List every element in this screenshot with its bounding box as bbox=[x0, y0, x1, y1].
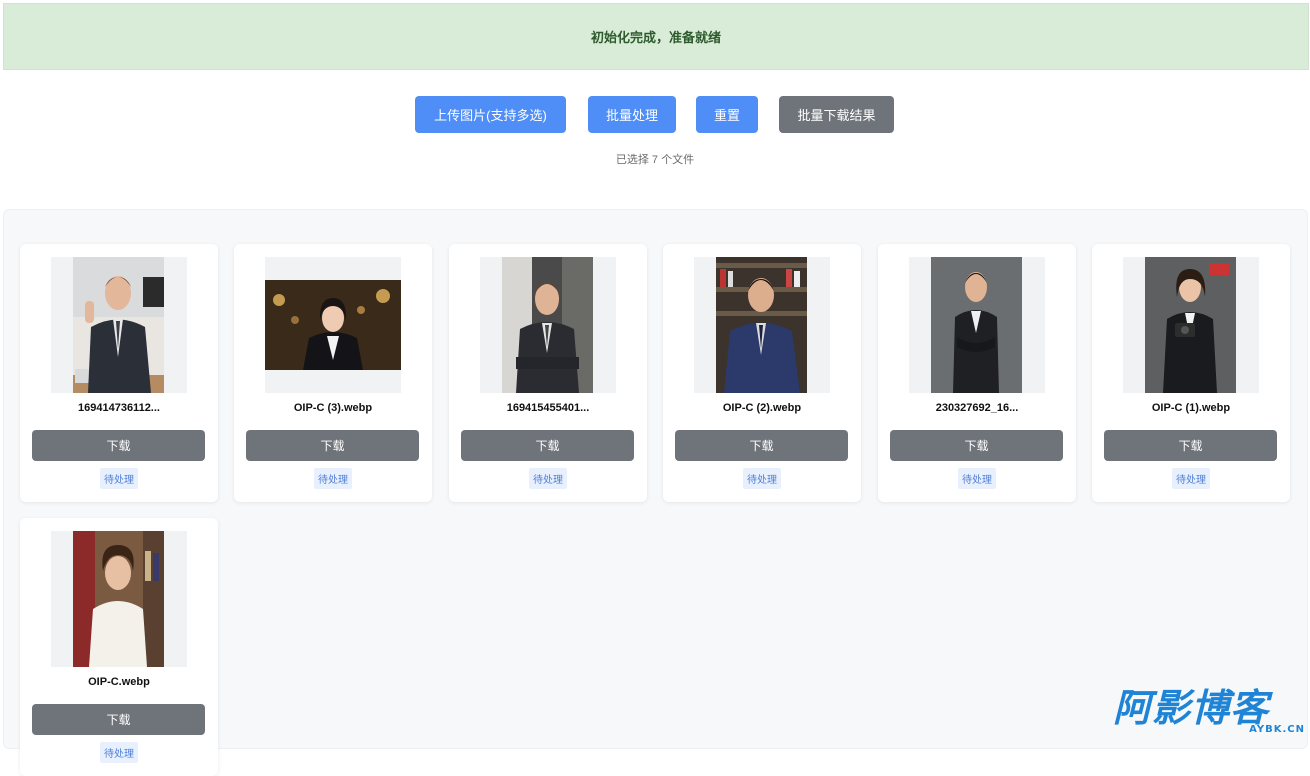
file-name: 169414736112... bbox=[78, 402, 160, 414]
file-name: 230327692_16... bbox=[935, 402, 1019, 414]
thumbnail-frame bbox=[51, 257, 187, 393]
image-card: OIP-C (1).webp 下载 待处理 bbox=[1092, 244, 1290, 502]
portrait-thumbnail[interactable] bbox=[73, 531, 164, 667]
download-button[interactable]: 下载 bbox=[32, 704, 205, 735]
portrait-thumbnail[interactable] bbox=[931, 257, 1022, 393]
download-button[interactable]: 下载 bbox=[246, 430, 419, 461]
status-badge: 待处理 bbox=[958, 468, 996, 489]
upload-images-button[interactable]: 上传图片(支持多选) bbox=[415, 96, 566, 133]
download-button[interactable]: 下载 bbox=[461, 430, 634, 461]
status-badge: 待处理 bbox=[100, 468, 138, 489]
file-name: OIP-C.webp bbox=[88, 676, 150, 688]
batch-download-button[interactable]: 批量下载结果 bbox=[779, 96, 894, 133]
image-card: 169414736112... 下载 待处理 bbox=[20, 244, 218, 502]
status-badge: 待处理 bbox=[314, 468, 352, 489]
thumbnail-frame bbox=[51, 531, 187, 667]
status-banner: 初始化完成，准备就绪 bbox=[3, 3, 1309, 70]
image-card: 169415455401... 下载 待处理 bbox=[449, 244, 647, 502]
watermark-logo: 阿影博客 AYBK.CN bbox=[1113, 686, 1307, 738]
image-card: OIP-C (3).webp 下载 待处理 bbox=[234, 244, 432, 502]
download-button[interactable]: 下载 bbox=[890, 430, 1063, 461]
download-button[interactable]: 下载 bbox=[675, 430, 848, 461]
image-grid-panel: 169414736112... 下载 待处理 OIP-C (3).webp 下载… bbox=[3, 209, 1308, 776]
download-button[interactable]: 下载 bbox=[32, 430, 205, 461]
thumbnail-frame bbox=[909, 257, 1045, 393]
file-name: OIP-C (1).webp bbox=[1151, 402, 1231, 414]
image-card: OIP-C.webp 下载 待处理 bbox=[20, 518, 218, 776]
status-badge: 待处理 bbox=[100, 742, 138, 763]
portrait-thumbnail[interactable] bbox=[502, 257, 593, 393]
image-card: OIP-C (2).webp 下载 待处理 bbox=[663, 244, 861, 502]
portrait-thumbnail[interactable] bbox=[73, 257, 164, 393]
status-badge: 待处理 bbox=[1172, 468, 1210, 489]
portrait-thumbnail[interactable] bbox=[716, 257, 807, 393]
status-badge: 待处理 bbox=[743, 468, 781, 489]
file-name: OIP-C (2).webp bbox=[722, 402, 802, 414]
batch-process-button[interactable]: 批量处理 bbox=[588, 96, 676, 133]
file-name: 169415455401... bbox=[506, 402, 590, 414]
image-card: 230327692_16... 下载 待处理 bbox=[878, 244, 1076, 502]
portrait-thumbnail[interactable] bbox=[265, 280, 401, 370]
reset-button[interactable]: 重置 bbox=[696, 96, 758, 133]
thumbnail-frame bbox=[265, 257, 401, 393]
portrait-thumbnail[interactable] bbox=[1145, 257, 1236, 393]
thumbnail-frame bbox=[480, 257, 616, 393]
watermark-main-text: 阿影博客 bbox=[1113, 686, 1270, 730]
status-banner-text: 初始化完成，准备就绪 bbox=[590, 30, 721, 45]
status-badge: 待处理 bbox=[529, 468, 567, 489]
selected-file-count: 已选择 7 个文件 bbox=[615, 154, 695, 166]
watermark-sub-text: AYBK.CN bbox=[1249, 724, 1305, 735]
thumbnail-frame bbox=[694, 257, 830, 393]
download-button[interactable]: 下载 bbox=[1104, 430, 1277, 461]
file-name: OIP-C (3).webp bbox=[293, 402, 373, 414]
thumbnail-frame bbox=[1123, 257, 1259, 393]
